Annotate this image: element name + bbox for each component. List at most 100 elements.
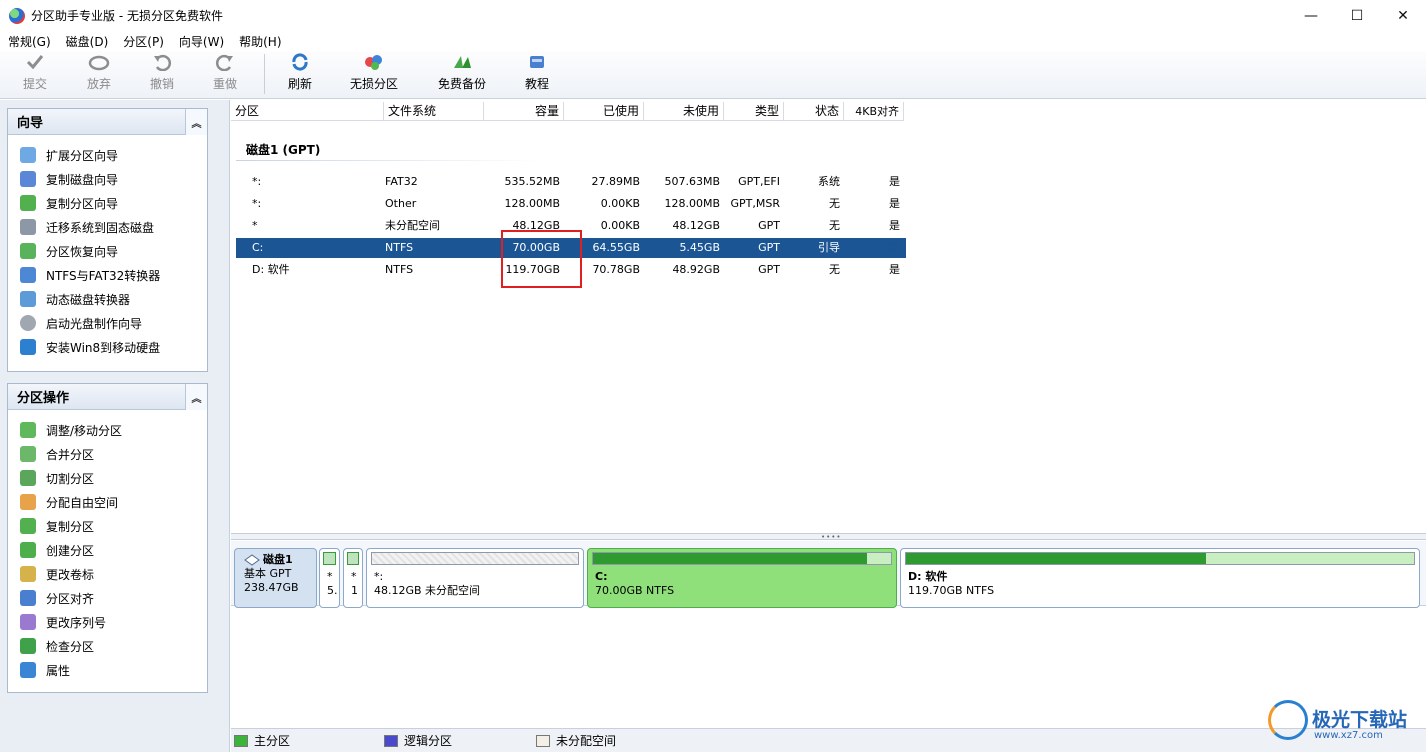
pane-splitter[interactable]: •••• [231, 533, 1426, 541]
disk-map-partition-msr[interactable]: * 1 [343, 548, 363, 608]
operations-panel-header: 分区操作 ︽ [8, 384, 207, 410]
tutorial-disk-icon [526, 52, 548, 72]
op-item-label: 更改序列号 [46, 615, 107, 630]
refresh-label: 刷新 [287, 77, 312, 91]
op-resize-move[interactable]: 调整/移动分区 [8, 418, 207, 442]
menu-disk[interactable]: 磁盘(D) [58, 33, 116, 50]
disk-map: 磁盘1 基本 GPT 238.47GB * 5. * 1 *: 48.12GB … [231, 541, 1426, 608]
allocate-icon [20, 494, 36, 510]
wizard-win8-usb[interactable]: 安装Win8到移动硬盘 [8, 335, 207, 359]
wizard-copy-disk[interactable]: 复制磁盘向导 [8, 167, 207, 191]
partition-detail: 1 [351, 584, 358, 597]
wizard-extend-partition[interactable]: 扩展分区向导 [8, 143, 207, 167]
undo-icon [151, 52, 173, 72]
partition-text: D: 软件 119.70GB NTFS [908, 570, 994, 598]
disk-map-size: 238.47GB [244, 581, 299, 594]
col-partition[interactable]: 分区 [231, 102, 384, 121]
op-properties[interactable]: 属性 [8, 658, 207, 682]
commit-button[interactable]: 提交 [0, 52, 70, 98]
legend-primary: 主分区 [234, 732, 290, 749]
wizard-partition-recovery[interactable]: 分区恢复向导 [8, 239, 207, 263]
op-copy-partition[interactable]: 复制分区 [8, 514, 207, 538]
operations-panel: 分区操作 ︽ 调整/移动分区 合并分区 切割分区 分配自由空间 复制分区 创建分… [7, 383, 208, 693]
copy-disk-icon [20, 171, 36, 187]
cell-partition: * [252, 219, 258, 232]
collapse-operations-button[interactable]: ︽ [185, 384, 207, 410]
col-capacity[interactable]: 容量 [484, 102, 564, 121]
free-backup-button[interactable]: 免费备份 [419, 52, 505, 98]
cell-capacity: 535.52MB [504, 175, 560, 188]
properties-icon [20, 662, 36, 678]
collapse-wizard-button[interactable]: ︽ [185, 109, 207, 135]
check-icon [20, 638, 36, 654]
window-title: 分区助手专业版 - 无损分区免费软件 [31, 9, 223, 23]
wizard-ntfs-fat32[interactable]: NTFS与FAT32转换器 [8, 263, 207, 287]
wizard-copy-partition[interactable]: 复制分区向导 [8, 191, 207, 215]
close-button[interactable]: ✕ [1380, 0, 1426, 31]
op-merge[interactable]: 合并分区 [8, 442, 207, 466]
col-free[interactable]: 未使用 [644, 102, 724, 121]
op-split[interactable]: 切割分区 [8, 466, 207, 490]
menu-wizard[interactable]: 向导(W) [171, 33, 231, 50]
wizard-item-label: 动态磁盘转换器 [46, 292, 131, 307]
op-change-label[interactable]: 更改卷标 [8, 562, 207, 586]
cell-status: 引导 [818, 241, 840, 254]
op-allocate-space[interactable]: 分配自由空间 [8, 490, 207, 514]
cell-status: 无 [829, 263, 840, 276]
op-change-serial[interactable]: 更改序列号 [8, 610, 207, 634]
menu-help[interactable]: 帮助(H) [231, 33, 288, 50]
col-4k-align[interactable]: 4KB对齐 [844, 102, 904, 121]
label-icon [20, 566, 36, 582]
tutorial-label: 教程 [524, 77, 549, 91]
usage-bar [323, 552, 336, 565]
lossless-partition-button[interactable]: 无损分区 [331, 52, 417, 98]
usage-fill [593, 553, 868, 564]
status-bar: 主分区 逻辑分区 未分配空间 [231, 728, 1426, 752]
col-status[interactable]: 状态 [784, 102, 844, 121]
wizard-item-label: 扩展分区向导 [46, 148, 119, 163]
table-row[interactable]: *: FAT32 535.52MB 27.89MB 507.63MB GPT,E… [236, 172, 906, 192]
disk-map-partition-efi[interactable]: * 5. [319, 548, 340, 608]
maximize-button[interactable]: ☐ [1334, 0, 1380, 31]
redo-button[interactable]: 重做 [196, 52, 254, 98]
cell-type: GPT [758, 241, 780, 254]
cell-filesystem: NTFS [385, 241, 414, 254]
wizard-boot-cd[interactable]: 启动光盘制作向导 [8, 311, 207, 335]
menu-partition[interactable]: 分区(P) [115, 33, 171, 50]
undo-button[interactable]: 撤销 [128, 52, 196, 98]
refresh-button[interactable]: 刷新 [275, 52, 325, 98]
disk-map-partition-d[interactable]: D: 软件 119.70GB NTFS [900, 548, 1420, 608]
op-align-partition[interactable]: 分区对齐 [8, 586, 207, 610]
dynamic-disk-icon [20, 291, 36, 307]
discard-label: 放弃 [86, 77, 111, 91]
disk-map-partition-unallocated[interactable]: *: 48.12GB 未分配空间 [366, 548, 584, 608]
cell-align: 是 [889, 197, 900, 210]
menu-bar: 常规(G) 磁盘(D) 分区(P) 向导(W) 帮助(H) [0, 31, 1426, 51]
minimize-button[interactable]: — [1288, 0, 1334, 31]
op-item-label: 更改卷标 [46, 567, 95, 582]
disk-map-partition-c[interactable]: C: 70.00GB NTFS [587, 548, 897, 608]
cell-capacity: 128.00MB [504, 197, 560, 210]
partition-text: * 1 [351, 570, 358, 598]
discard-button[interactable]: 放弃 [70, 52, 128, 98]
table-row[interactable]: *: Other 128.00MB 0.00KB 128.00MB GPT,MS… [236, 194, 906, 214]
serial-icon [20, 614, 36, 630]
op-check-partition[interactable]: 检查分区 [8, 634, 207, 658]
cell-type: GPT [758, 219, 780, 232]
wizard-dynamic-disk[interactable]: 动态磁盘转换器 [8, 287, 207, 311]
col-filesystem[interactable]: 文件系统 [384, 102, 484, 121]
col-used[interactable]: 已使用 [564, 102, 644, 121]
usage-fill [906, 553, 1206, 564]
cell-free: 5.45GB [679, 241, 720, 254]
cell-used: 64.55GB [592, 241, 640, 254]
wizard-migrate-os[interactable]: 迁移系统到固态磁盘 [8, 215, 207, 239]
col-type[interactable]: 类型 [724, 102, 784, 121]
usage-bar [347, 552, 359, 565]
tutorial-button[interactable]: 教程 [509, 52, 565, 98]
merge-icon [20, 446, 36, 462]
main-area: 分区 文件系统 容量 已使用 未使用 类型 状态 4KB对齐 磁盘1 (GPT)… [231, 100, 1426, 752]
disk-divider [236, 160, 546, 161]
menu-general[interactable]: 常规(G) [0, 33, 58, 50]
op-create-partition[interactable]: 创建分区 [8, 538, 207, 562]
disk-map-disk[interactable]: 磁盘1 基本 GPT 238.47GB [234, 548, 317, 608]
